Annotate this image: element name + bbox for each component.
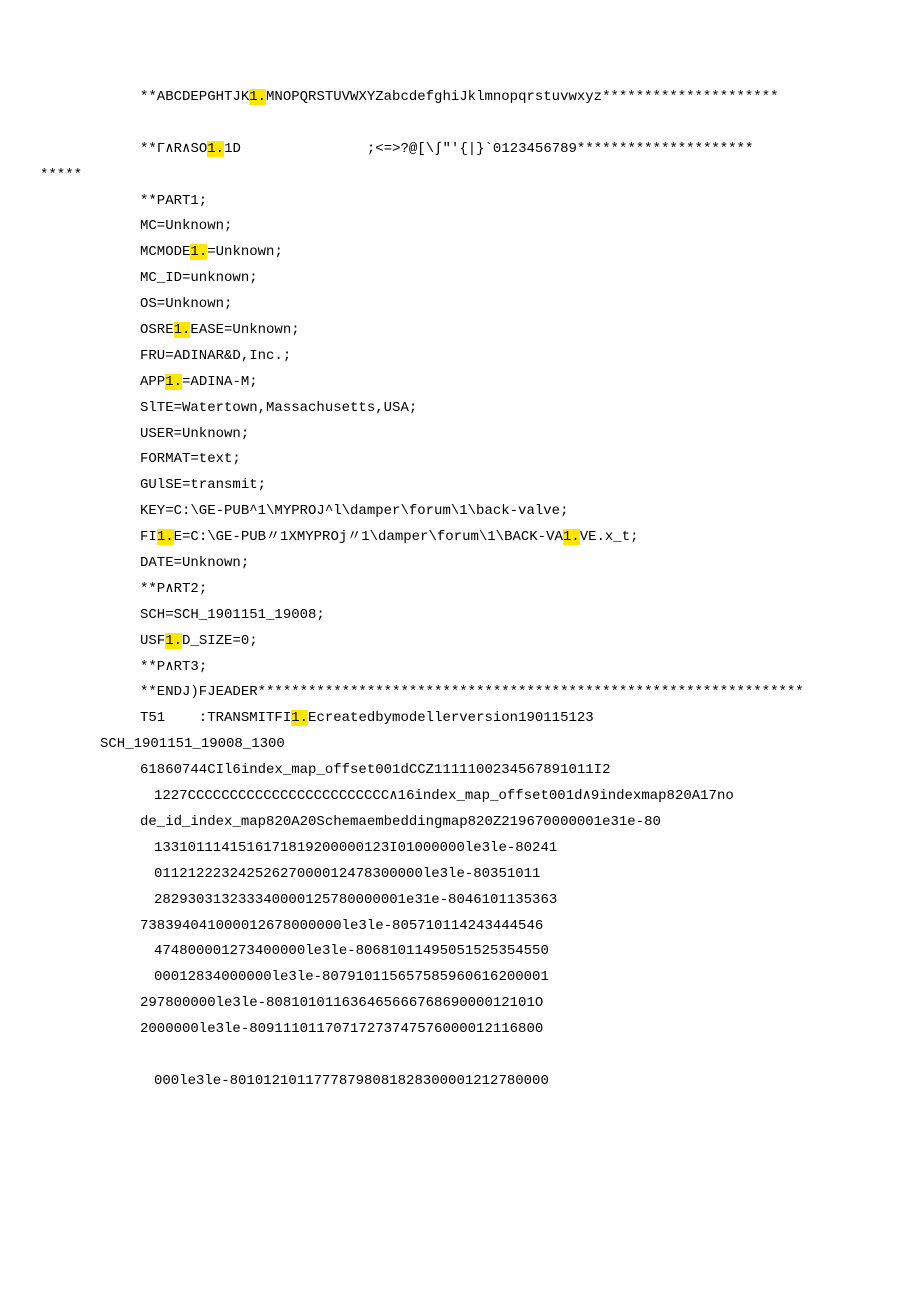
highlight: 1. <box>157 529 174 545</box>
highlight: 1. <box>190 244 207 260</box>
highlight: 1. <box>165 374 182 390</box>
text-segment: de_id_index_map820A20Schemaembeddingmap8… <box>140 814 661 830</box>
text-segment: 1D ;<=>?@[\∫"'{|}`0123456789************… <box>224 141 753 157</box>
text-line <box>40 1043 880 1069</box>
text-segment: 738394041000012678000000le3le-8057101142… <box>140 918 543 934</box>
text-line: SCH_1901151_19008_1300 <box>40 732 880 758</box>
text-segment: Ecreatedbymodellerversion190115123 <box>308 710 594 726</box>
text-segment: OS=Unknown; <box>140 296 232 312</box>
text-line: ***** <box>40 163 880 189</box>
text-line: 61860744CIl6index_map_offset001dCCZ11111… <box>40 758 880 784</box>
text-line: SCH=SCH_1901151_19008; <box>40 603 880 629</box>
text-line: OS=Unknown; <box>40 292 880 318</box>
text-line: 2000000le3le-809111011707172737475760000… <box>40 1017 880 1043</box>
text-line: T51 :TRANSMITFI1.Ecreatedbymodellerversi… <box>40 706 880 732</box>
text-line: USF1.D_SIZE=0; <box>40 629 880 655</box>
text-segment: 61860744CIl6index_map_offset001dCCZ11111… <box>140 762 610 778</box>
highlight: 1. <box>207 141 224 157</box>
text-segment: MC=Unknown; <box>140 218 232 234</box>
text-segment: 282930313233340000125780000001e31e-80461… <box>154 892 557 908</box>
text-line: MC=Unknown; <box>40 214 880 240</box>
text-segment: USF <box>140 633 165 649</box>
text-segment: OSRE <box>140 322 174 338</box>
text-segment: MNOPQRSTUVWXYZabcdefghiJklmnopqrstuvwxyz… <box>266 89 778 105</box>
text-segment: FRU=ADINAR&D,Inc.; <box>140 348 291 364</box>
text-segment: MCMODE <box>140 244 190 260</box>
text-line <box>40 111 880 137</box>
text-line: de_id_index_map820A20Schemaembeddingmap8… <box>40 810 880 836</box>
text-line: 00012834000000le3le-80791011565758596061… <box>40 965 880 991</box>
text-segment: FI <box>140 529 157 545</box>
text-line: 474800001273400000le3le-8068101149505152… <box>40 939 880 965</box>
text-line: MCMODE1.=Unknown; <box>40 240 880 266</box>
text-segment: D_SIZE=0; <box>182 633 258 649</box>
text-line: FI1.E=C:\GE-PUB〃1XMYPROj〃1\damper\forum\… <box>40 525 880 551</box>
text-line: 01121222324252627000012478300000le3le-80… <box>40 862 880 888</box>
text-segment: **ABCDEPGHTJK <box>140 89 249 105</box>
text-segment: USER=Unknown; <box>140 426 249 442</box>
text-line: 282930313233340000125780000001e31e-80461… <box>40 888 880 914</box>
highlight: 1. <box>165 633 182 649</box>
text-segment: SCH=SCH_1901151_19008; <box>140 607 325 623</box>
text-line: 297800000le3le-8081010116364656667686900… <box>40 991 880 1017</box>
text-segment: 00012834000000le3le-80791011565758596061… <box>154 969 549 985</box>
text-line: MC_ID=unknown; <box>40 266 880 292</box>
text-line: FORMAT=text; <box>40 447 880 473</box>
text-line: **ABCDEPGHTJK1.MNOPQRSTUVWXYZabcdefghiJk… <box>40 85 880 111</box>
text-segment: ***** <box>40 167 82 183</box>
text-segment: GUlSE=transmit; <box>140 477 266 493</box>
text-segment: **P∧RT3; <box>140 659 207 675</box>
text-segment: SCH_1901151_19008_1300 <box>100 736 285 752</box>
text-line: 000le3le-8010121011777879808182830000121… <box>40 1069 880 1095</box>
text-line: GUlSE=transmit; <box>40 473 880 499</box>
text-line: **P∧RT2; <box>40 577 880 603</box>
highlight: 1. <box>563 529 580 545</box>
highlight: 1. <box>174 322 191 338</box>
text-line: KEY=C:\GE-PUB^1\MYPROJ^l\damper\forum\1\… <box>40 499 880 525</box>
text-segment: DATE=Unknown; <box>140 555 249 571</box>
text-segment: 000le3le-8010121011777879808182830000121… <box>154 1073 549 1089</box>
highlight: 1. <box>249 89 266 105</box>
text-line: **PART1; <box>40 189 880 215</box>
text-segment: 297800000le3le-8081010116364656667686900… <box>140 995 543 1011</box>
text-segment: =Unknown; <box>207 244 283 260</box>
text-segment: 474800001273400000le3le-8068101149505152… <box>154 943 549 959</box>
text-segment: FORMAT=text; <box>140 451 241 467</box>
text-segment: VE.x_t; <box>580 529 639 545</box>
text-line: OSRE1.EASE=Unknown; <box>40 318 880 344</box>
text-segment: 2000000le3le-809111011707172737475760000… <box>140 1021 543 1037</box>
text-segment: **PART1; <box>140 193 207 209</box>
text-segment: E=C:\GE-PUB〃1XMYPROj〃1\damper\forum\1\BA… <box>174 529 563 545</box>
text-segment: **Γ∧R∧SO <box>140 141 207 157</box>
text-line: FRU=ADINAR&D,Inc.; <box>40 344 880 370</box>
text-line: **Γ∧R∧SO1.1D ;<=>?@[\∫"'{|}`0123456789**… <box>40 137 880 163</box>
text-segment: 1331011141516171819200000123I01000000le3… <box>154 840 557 856</box>
text-line: 1331011141516171819200000123I01000000le3… <box>40 836 880 862</box>
highlight: 1. <box>291 710 308 726</box>
text-segment: 01121222324252627000012478300000le3le-80… <box>154 866 540 882</box>
text-line: USER=Unknown; <box>40 422 880 448</box>
text-line: **ENDJ)FJEADER**************************… <box>40 680 880 706</box>
text-segment: =ADINA-M; <box>182 374 258 390</box>
text-segment: KEY=C:\GE-PUB^1\MYPROJ^l\damper\forum\1\… <box>140 503 568 519</box>
text-segment: APP <box>140 374 165 390</box>
text-segment: MC_ID=unknown; <box>140 270 258 286</box>
text-line: 1227CCCCCCCCCCCCCCCCCCCCCCCC∧16index_map… <box>40 784 880 810</box>
text-line: DATE=Unknown; <box>40 551 880 577</box>
document-page: **ABCDEPGHTJK1.MNOPQRSTUVWXYZabcdefghiJk… <box>0 0 920 1135</box>
text-segment: T51 :TRANSMITFI <box>140 710 291 726</box>
text-segment: **P∧RT2; <box>140 581 207 597</box>
text-segment: EASE=Unknown; <box>190 322 299 338</box>
text-line: APP1.=ADINA-M; <box>40 370 880 396</box>
text-segment: 1227CCCCCCCCCCCCCCCCCCCCCCCC∧16index_map… <box>154 788 734 804</box>
text-line: 738394041000012678000000le3le-8057101142… <box>40 914 880 940</box>
text-line: SlTE=Watertown,Massachusetts,USA; <box>40 396 880 422</box>
text-line: **P∧RT3; <box>40 655 880 681</box>
text-segment: SlTE=Watertown,Massachusetts,USA; <box>140 400 417 416</box>
text-segment: **ENDJ)FJEADER**************************… <box>140 684 804 700</box>
